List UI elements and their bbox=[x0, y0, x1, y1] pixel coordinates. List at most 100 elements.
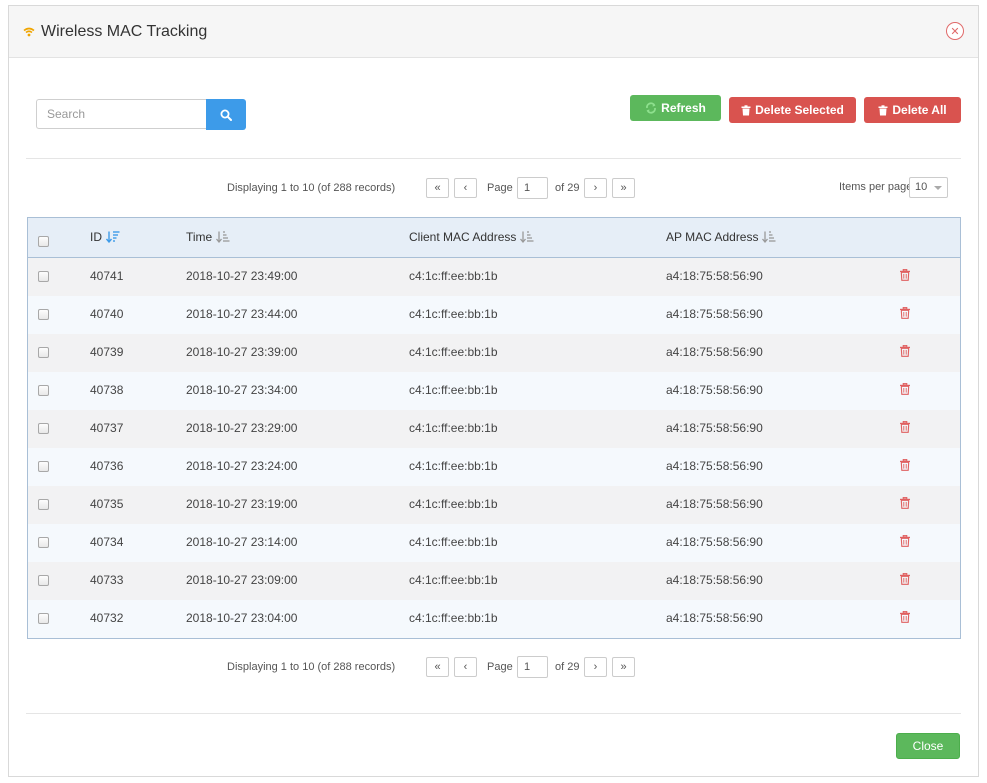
cell-time: 2018-10-27 23:19:00 bbox=[186, 497, 298, 511]
cell-ap-mac: a4:18:75:58:56:90 bbox=[666, 269, 763, 283]
cell-id: 40739 bbox=[90, 345, 124, 359]
row-checkbox[interactable] bbox=[38, 271, 49, 282]
page-number-input[interactable] bbox=[517, 656, 548, 678]
table-row[interactable]: 40738 2018-10-27 23:34:00 c4:1c:ff:ee:bb… bbox=[28, 372, 960, 410]
trash-icon[interactable] bbox=[899, 421, 911, 433]
items-per-page-select[interactable]: 10 bbox=[909, 177, 948, 198]
cell-time: 2018-10-27 23:09:00 bbox=[186, 573, 298, 587]
trash-icon[interactable] bbox=[899, 345, 911, 357]
prev-page-button[interactable]: ‹ bbox=[454, 178, 477, 198]
next-page-button[interactable]: › bbox=[584, 178, 607, 198]
table-row[interactable]: 40735 2018-10-27 23:19:00 c4:1c:ff:ee:bb… bbox=[28, 486, 960, 524]
dialog-header: Wireless MAC Tracking ✕ bbox=[9, 6, 978, 58]
sort-icon bbox=[520, 231, 534, 243]
first-page-button[interactable]: « bbox=[426, 178, 449, 198]
data-table: ID Time Client MAC Address AP MAC Addres… bbox=[27, 217, 961, 639]
delete-selected-button[interactable]: Delete Selected bbox=[729, 97, 856, 123]
chevron-down-icon bbox=[934, 186, 942, 190]
table-body: 40741 2018-10-27 23:49:00 c4:1c:ff:ee:bb… bbox=[28, 258, 960, 638]
cell-client-mac: c4:1c:ff:ee:bb:1b bbox=[409, 269, 498, 283]
trash-icon[interactable] bbox=[899, 383, 911, 395]
trash-icon[interactable] bbox=[899, 307, 911, 319]
table-header: ID Time Client MAC Address AP MAC Addres… bbox=[28, 218, 960, 258]
pagination-bottom: Displaying 1 to 10 (of 288 records) « ‹ … bbox=[9, 656, 978, 679]
trash-icon[interactable] bbox=[899, 269, 911, 281]
column-label: Time bbox=[186, 230, 213, 244]
cell-id: 40732 bbox=[90, 611, 124, 625]
cell-id: 40736 bbox=[90, 459, 124, 473]
search-button[interactable] bbox=[206, 99, 246, 130]
column-header-client-mac[interactable]: Client MAC Address bbox=[409, 230, 534, 244]
row-checkbox[interactable] bbox=[38, 385, 49, 396]
select-all-checkbox[interactable] bbox=[38, 236, 49, 247]
trash-icon[interactable] bbox=[899, 459, 911, 471]
table-row[interactable]: 40741 2018-10-27 23:49:00 c4:1c:ff:ee:bb… bbox=[28, 258, 960, 296]
refresh-button[interactable]: Refresh bbox=[630, 95, 721, 121]
column-header-time[interactable]: Time bbox=[186, 230, 230, 244]
cell-time: 2018-10-27 23:39:00 bbox=[186, 345, 298, 359]
row-checkbox[interactable] bbox=[38, 499, 49, 510]
refresh-label: Refresh bbox=[661, 101, 706, 115]
next-page-button[interactable]: › bbox=[584, 657, 607, 677]
trash-icon[interactable] bbox=[899, 497, 911, 509]
page-number-input[interactable] bbox=[517, 177, 548, 199]
cell-client-mac: c4:1c:ff:ee:bb:1b bbox=[409, 459, 498, 473]
prev-page-button[interactable]: ‹ bbox=[454, 657, 477, 677]
divider bbox=[26, 158, 961, 159]
cell-id: 40737 bbox=[90, 421, 124, 435]
cell-time: 2018-10-27 23:44:00 bbox=[186, 307, 298, 321]
cell-time: 2018-10-27 23:04:00 bbox=[186, 611, 298, 625]
cell-time: 2018-10-27 23:34:00 bbox=[186, 383, 298, 397]
row-checkbox[interactable] bbox=[38, 575, 49, 586]
delete-all-label: Delete All bbox=[892, 103, 947, 117]
cell-ap-mac: a4:18:75:58:56:90 bbox=[666, 345, 763, 359]
cell-id: 40735 bbox=[90, 497, 124, 511]
column-header-ap-mac[interactable]: AP MAC Address bbox=[666, 230, 776, 244]
sort-icon bbox=[216, 231, 230, 243]
row-checkbox[interactable] bbox=[38, 347, 49, 358]
table-row[interactable]: 40740 2018-10-27 23:44:00 c4:1c:ff:ee:bb… bbox=[28, 296, 960, 334]
table-row[interactable]: 40734 2018-10-27 23:14:00 c4:1c:ff:ee:bb… bbox=[28, 524, 960, 562]
close-circle-icon[interactable]: ✕ bbox=[946, 22, 964, 40]
trash-icon[interactable] bbox=[899, 611, 911, 623]
items-per-page-value: 10 bbox=[915, 181, 928, 193]
cell-ap-mac: a4:18:75:58:56:90 bbox=[666, 573, 763, 587]
trash-icon[interactable] bbox=[899, 573, 911, 585]
page-total: of 29 bbox=[555, 661, 580, 673]
cell-ap-mac: a4:18:75:58:56:90 bbox=[666, 611, 763, 625]
cell-ap-mac: a4:18:75:58:56:90 bbox=[666, 421, 763, 435]
cell-ap-mac: a4:18:75:58:56:90 bbox=[666, 535, 763, 549]
cell-client-mac: c4:1c:ff:ee:bb:1b bbox=[409, 307, 498, 321]
last-page-button[interactable]: » bbox=[612, 657, 635, 677]
table-row[interactable]: 40732 2018-10-27 23:04:00 c4:1c:ff:ee:bb… bbox=[28, 600, 960, 638]
sort-desc-active-icon bbox=[106, 231, 120, 243]
cell-time: 2018-10-27 23:29:00 bbox=[186, 421, 298, 435]
cell-ap-mac: a4:18:75:58:56:90 bbox=[666, 459, 763, 473]
table-row[interactable]: 40737 2018-10-27 23:29:00 c4:1c:ff:ee:bb… bbox=[28, 410, 960, 448]
display-count: Displaying 1 to 10 (of 288 records) bbox=[227, 661, 396, 673]
refresh-icon bbox=[646, 102, 657, 114]
row-checkbox[interactable] bbox=[38, 461, 49, 472]
last-page-button[interactable]: » bbox=[612, 178, 635, 198]
divider bbox=[26, 713, 961, 714]
table-row[interactable]: 40739 2018-10-27 23:39:00 c4:1c:ff:ee:bb… bbox=[28, 334, 960, 372]
row-checkbox[interactable] bbox=[38, 423, 49, 434]
row-checkbox[interactable] bbox=[38, 613, 49, 624]
cell-time: 2018-10-27 23:49:00 bbox=[186, 269, 298, 283]
close-button[interactable]: Close bbox=[896, 733, 960, 759]
column-label: Client MAC Address bbox=[409, 230, 517, 244]
row-checkbox[interactable] bbox=[38, 309, 49, 320]
column-header-id[interactable]: ID bbox=[90, 230, 120, 244]
cell-id: 40733 bbox=[90, 573, 124, 587]
delete-all-button[interactable]: Delete All bbox=[864, 97, 961, 123]
cell-ap-mac: a4:18:75:58:56:90 bbox=[666, 383, 763, 397]
table-row[interactable]: 40736 2018-10-27 23:24:00 c4:1c:ff:ee:bb… bbox=[28, 448, 960, 486]
search-input[interactable] bbox=[36, 99, 207, 129]
first-page-button[interactable]: « bbox=[426, 657, 449, 677]
table-row[interactable]: 40733 2018-10-27 23:09:00 c4:1c:ff:ee:bb… bbox=[28, 562, 960, 600]
dialog: Wireless MAC Tracking ✕ Refresh Delete S… bbox=[8, 5, 979, 777]
trash-icon[interactable] bbox=[899, 535, 911, 547]
page-label: Page bbox=[487, 182, 513, 194]
row-checkbox[interactable] bbox=[38, 537, 49, 548]
column-label: AP MAC Address bbox=[666, 230, 759, 244]
